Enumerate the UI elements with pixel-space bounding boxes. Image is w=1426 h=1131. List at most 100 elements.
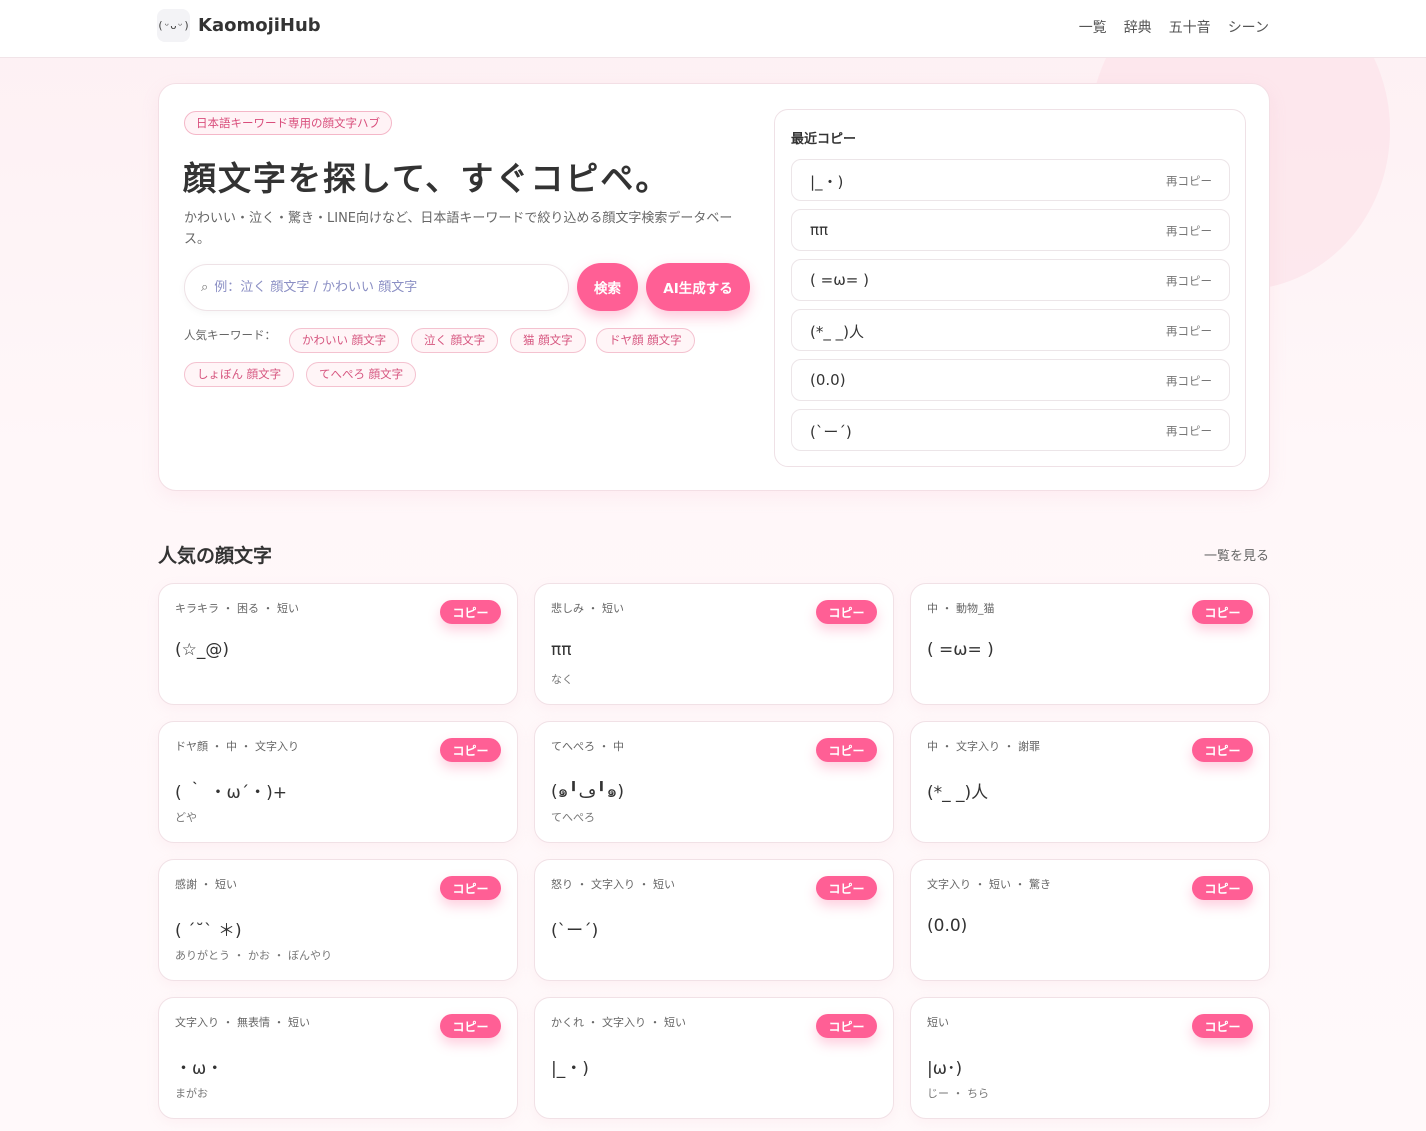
copy-button[interactable]: コピー — [816, 600, 877, 624]
recent-kaomoji: (0.0) — [810, 371, 846, 389]
site-header: (ᵕᴗᵕ) KaomojiHub 一覧 辞典 五十音 シーン — [0, 0, 1426, 58]
card-kaomoji: |_・) — [551, 1059, 589, 1079]
card-kaomoji: ππ — [551, 640, 572, 660]
card-kaomoji: (๑╹ڡ╹๑) — [551, 782, 624, 802]
main-nav: 一覧 辞典 五十音 シーン — [1079, 17, 1269, 37]
card-tags: 文字入り ・ 短い ・ 驚き — [927, 878, 1051, 891]
keyword-chip[interactable]: てへぺろ 顔文字 — [306, 362, 417, 387]
logo-text: KaomojiHub — [198, 15, 321, 36]
recent-kaomoji: |_・) — [810, 173, 844, 191]
hero-panel: 日本語キーワード専用の顔文字ハブ 顔文字を探して、すぐコピペ。 かわいい・泣く・… — [158, 83, 1270, 491]
kaomoji-card[interactable]: 中 ・ 文字入り ・ 謝罪 コピー (*_ _)人 — [910, 721, 1270, 843]
card-kaomoji: (0.0) — [927, 916, 968, 936]
recent-kaomoji: ( =ω= ) — [810, 271, 869, 289]
nav-item-gojuon[interactable]: 五十音 — [1169, 17, 1211, 37]
recent-item[interactable]: (`ー´) 再コピー — [791, 409, 1230, 451]
card-kaomoji: ( ｀ ・ω´・)+ — [175, 783, 288, 803]
logo-icon: (ᵕᴗᵕ) — [157, 9, 190, 42]
hero-description: かわいい・泣く・驚き・LINE向けなど、日本語キーワードで絞り込める顔文字検索デ… — [184, 211, 733, 247]
recent-item[interactable]: ππ 再コピー — [791, 209, 1230, 251]
recopy-button[interactable]: 再コピー — [1166, 423, 1212, 439]
keyword-chip[interactable]: しょぼん 顔文字 — [184, 362, 295, 387]
see-all-link[interactable]: 一覧を見る — [1204, 545, 1269, 564]
recopy-button[interactable]: 再コピー — [1166, 223, 1212, 239]
card-reading: てへぺろ — [551, 811, 595, 824]
card-tags: てへぺろ ・ 中 — [551, 740, 624, 753]
card-kaomoji: (`ー´) — [551, 921, 599, 941]
kaomoji-card[interactable]: 文字入り ・ 無表情 ・ 短い コピー ・ω・ まがお — [158, 997, 518, 1119]
card-kaomoji: ・ω・ — [175, 1059, 224, 1079]
kaomoji-card[interactable]: 悲しみ ・ 短い コピー ππ なく — [534, 583, 894, 705]
card-tags: ドヤ顔 ・ 中 ・ 文字入り — [175, 740, 299, 753]
card-reading: なく — [551, 673, 573, 686]
copy-button[interactable]: コピー — [1192, 600, 1253, 624]
ai-generate-button[interactable]: AI生成する — [646, 263, 750, 311]
search-button[interactable]: 検索 — [577, 263, 638, 311]
copy-button[interactable]: コピー — [816, 738, 877, 762]
recopy-button[interactable]: 再コピー — [1166, 373, 1212, 389]
copy-button[interactable]: コピー — [1192, 876, 1253, 900]
copy-button[interactable]: コピー — [440, 738, 501, 762]
copy-button[interactable]: コピー — [440, 876, 501, 900]
card-tags: 感謝 ・ 短い — [175, 878, 237, 891]
card-reading: どや — [175, 811, 197, 824]
hero-tag-badge: 日本語キーワード専用の顔文字ハブ — [184, 111, 392, 135]
kaomoji-card[interactable]: 短い コピー |ω･) じー ・ ちら — [910, 997, 1270, 1119]
keyword-chip[interactable]: かわいい 顔文字 — [289, 328, 400, 353]
recent-item[interactable]: ( =ω= ) 再コピー — [791, 259, 1230, 301]
card-kaomoji: ( ´˘` ＊) — [175, 921, 242, 941]
card-tags: かくれ ・ 文字入り ・ 短い — [551, 1016, 686, 1029]
recent-copies-panel: 最近コピー |_・) 再コピー ππ 再コピー ( =ω= ) 再コピー (*_… — [774, 109, 1246, 467]
card-tags: キラキラ ・ 困る ・ 短い — [175, 602, 299, 615]
kaomoji-card[interactable]: 感謝 ・ 短い コピー ( ´˘` ＊) ありがとう ・ かお ・ ぼんやり — [158, 859, 518, 981]
keyword-chip[interactable]: 泣く 顔文字 — [411, 328, 499, 353]
card-tags: 中 ・ 動物_猫 — [927, 602, 995, 615]
recopy-button[interactable]: 再コピー — [1166, 173, 1212, 189]
copy-button[interactable]: コピー — [440, 600, 501, 624]
card-kaomoji: ( =ω= ) — [927, 640, 994, 660]
card-reading: じー ・ ちら — [927, 1087, 989, 1100]
search-box[interactable]: ⌕ — [184, 264, 569, 311]
copy-button[interactable]: コピー — [816, 876, 877, 900]
kaomoji-card[interactable]: キラキラ ・ 困る ・ 短い コピー (☆_@) — [158, 583, 518, 705]
keyword-chip[interactable]: ドヤ顔 顔文字 — [596, 328, 695, 353]
kaomoji-card[interactable]: ドヤ顔 ・ 中 ・ 文字入り コピー ( ｀ ・ω´・)+ どや — [158, 721, 518, 843]
recent-item[interactable]: |_・) 再コピー — [791, 159, 1230, 201]
card-kaomoji: |ω･) — [927, 1059, 963, 1079]
recent-item[interactable]: (0.0) 再コピー — [791, 359, 1230, 401]
card-tags: 文字入り ・ 無表情 ・ 短い — [175, 1016, 310, 1029]
nav-item-list[interactable]: 一覧 — [1079, 17, 1107, 37]
recent-kaomoji: (`ー´) — [810, 423, 852, 441]
copy-button[interactable]: コピー — [1192, 1014, 1253, 1038]
kaomoji-card[interactable]: 中 ・ 動物_猫 コピー ( =ω= ) — [910, 583, 1270, 705]
card-kaomoji: (*_ _)人 — [927, 783, 989, 803]
kaomoji-card[interactable]: かくれ ・ 文字入り ・ 短い コピー |_・) — [534, 997, 894, 1119]
card-tags: 悲しみ ・ 短い — [551, 602, 624, 615]
recent-kaomoji: (*_ _)人 — [810, 323, 864, 341]
kaomoji-card[interactable]: 文字入り ・ 短い ・ 驚き コピー (0.0) — [910, 859, 1270, 981]
keyword-chip[interactable]: 猫 顔文字 — [510, 328, 586, 353]
nav-item-scene[interactable]: シーン — [1228, 17, 1269, 37]
recent-copies-title: 最近コピー — [791, 132, 857, 147]
recopy-button[interactable]: 再コピー — [1166, 273, 1212, 289]
copy-button[interactable]: コピー — [816, 1014, 877, 1038]
popular-section-title: 人気の顔文字 — [158, 545, 273, 567]
copy-button[interactable]: コピー — [440, 1014, 501, 1038]
card-tags: 怒り ・ 文字入り ・ 短い — [551, 878, 675, 891]
copy-button[interactable]: コピー — [1192, 738, 1253, 762]
logo[interactable]: (ᵕᴗᵕ) KaomojiHub — [157, 9, 321, 42]
recopy-button[interactable]: 再コピー — [1166, 323, 1212, 339]
kaomoji-card[interactable]: てへぺろ ・ 中 コピー (๑╹ڡ╹๑) てへぺろ — [534, 721, 894, 843]
recent-item[interactable]: (*_ _)人 再コピー — [791, 309, 1230, 351]
card-tags: 短い — [927, 1016, 949, 1029]
page-title: 顔文字を探して、すぐコピペ。 — [183, 159, 671, 198]
search-icon: ⌕ — [201, 280, 209, 295]
popular-keywords-label: 人気キーワード： — [184, 328, 276, 342]
recent-kaomoji: ππ — [810, 221, 829, 239]
nav-item-dictionary[interactable]: 辞典 — [1124, 17, 1152, 37]
kaomoji-card[interactable]: 怒り ・ 文字入り ・ 短い コピー (`ー´) — [534, 859, 894, 981]
card-reading: ありがとう ・ かお ・ ぼんやり — [175, 949, 332, 962]
card-tags: 中 ・ 文字入り ・ 謝罪 — [927, 740, 1040, 753]
search-input[interactable] — [214, 280, 535, 295]
card-reading: まがお — [175, 1087, 208, 1100]
